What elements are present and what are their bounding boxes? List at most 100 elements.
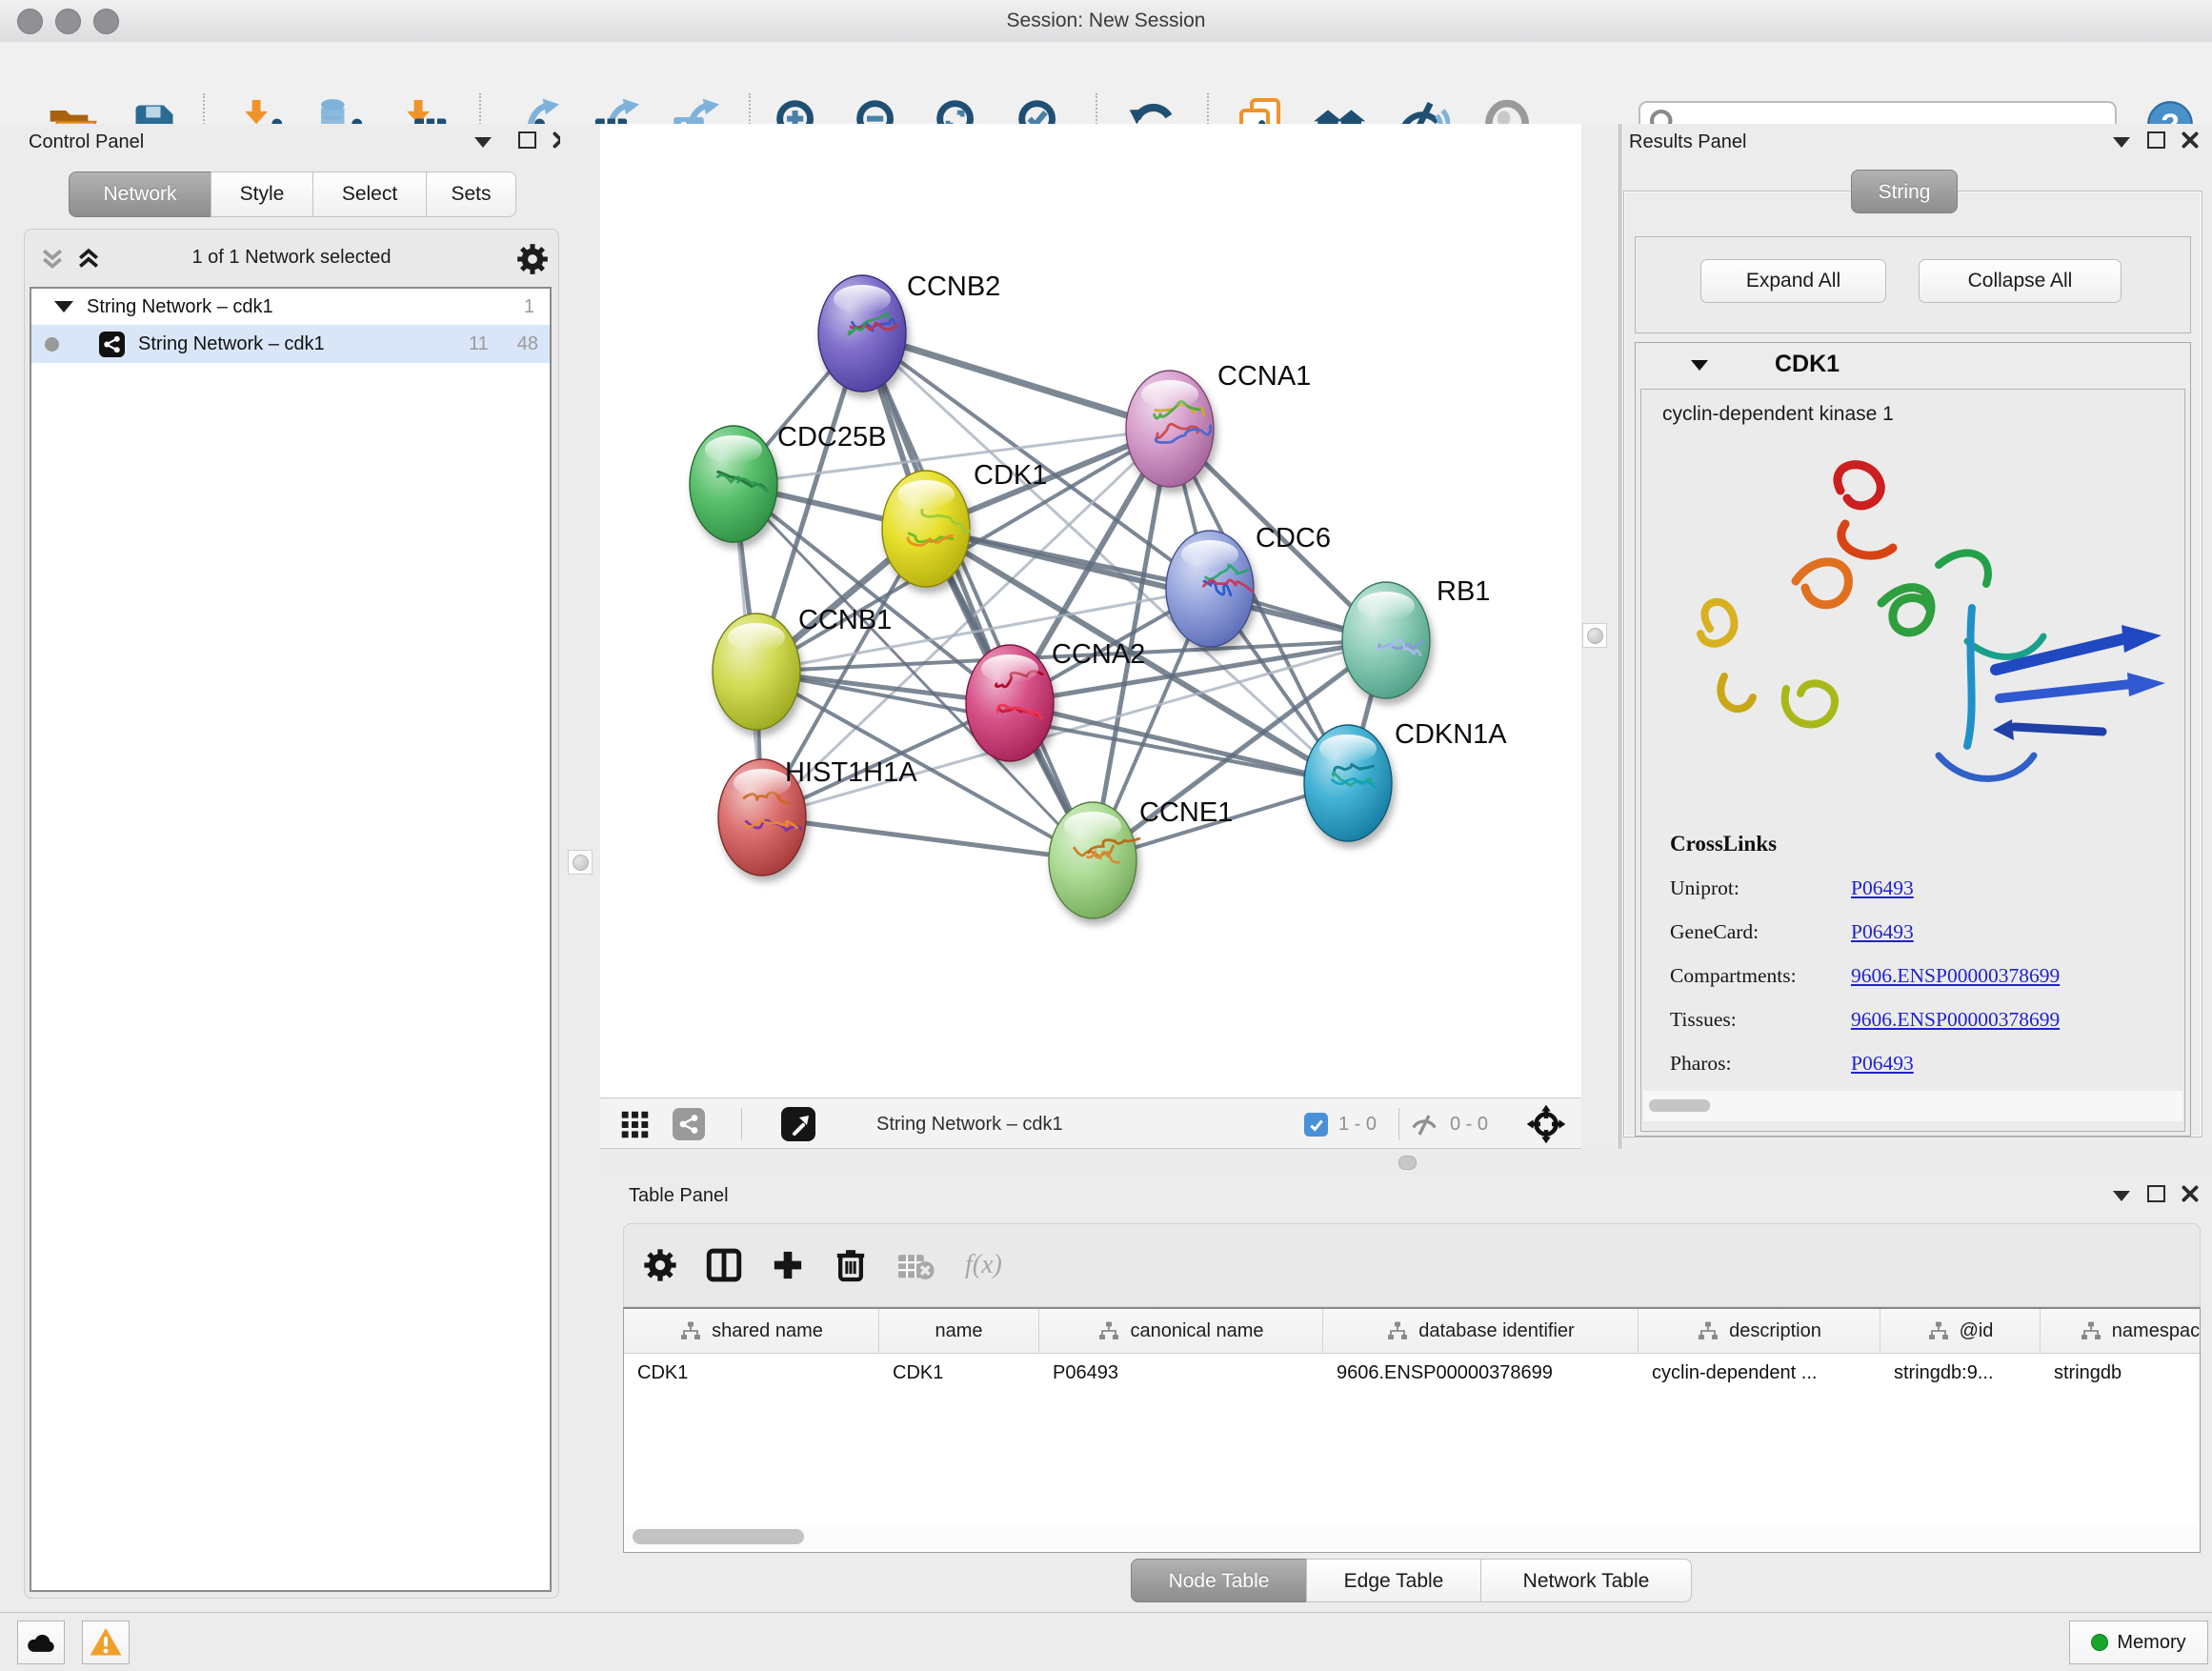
tab-sets[interactable]: Sets [426, 171, 516, 217]
network-edge[interactable] [862, 333, 1170, 429]
column-header-shared-name[interactable]: shared name [624, 1309, 879, 1353]
table-cell[interactable]: 9606.ENSP00000378699 [1323, 1354, 1639, 1392]
add-column-icon[interactable] [769, 1246, 807, 1284]
column-header-name[interactable]: name [879, 1309, 1039, 1353]
network-node-CDKN1A[interactable] [1304, 725, 1392, 841]
function-builder-fx[interactable]: f(x) [965, 1250, 1002, 1280]
network-node-RB1[interactable] [1342, 582, 1430, 698]
tab-network-table[interactable]: Network Table [1480, 1559, 1692, 1602]
table-header-row: shared namename canonical name database id… [624, 1309, 2200, 1354]
table-row[interactable]: CDK1CDK1P064939606.ENSP00000378699cyclin… [624, 1354, 2200, 1392]
tab-edge-table[interactable]: Edge Table [1306, 1559, 1481, 1602]
column-header-label: canonical name [1130, 1320, 1263, 1342]
network-share-icon[interactable] [673, 1108, 705, 1140]
tab-select[interactable]: Select [312, 171, 427, 217]
collapse-all-button[interactable]: Collapse All [1919, 259, 2122, 303]
table-options-gear-icon[interactable] [641, 1246, 679, 1284]
table-scrollbar[interactable] [625, 1524, 2197, 1549]
network-canvas[interactable]: CCNB2CCNA1CDC25BCDK1CDC6RB1CCNB1CCNA2CDK… [600, 124, 1581, 1097]
panel-float-icon[interactable] [2147, 131, 2165, 149]
selected-node-edge-counts: 1 - 0 [1338, 1098, 1377, 1150]
entry-collapse-caret-icon[interactable] [1691, 360, 1708, 371]
network-row-selected[interactable]: String Network – cdk1 11 48 [31, 325, 550, 363]
table-cell[interactable]: cyclin-dependent ... [1639, 1354, 1880, 1392]
table-cell[interactable]: stringdb [2041, 1354, 2201, 1392]
birdseye-view-icon[interactable] [781, 1107, 815, 1141]
network-collection-label: String Network – cdk1 [87, 296, 273, 318]
table-cell[interactable]: CDK1 [624, 1354, 879, 1392]
node-label: CCNA2 [1052, 639, 1145, 670]
panel-menu-caret-icon[interactable] [2113, 137, 2130, 148]
tab-node-table[interactable]: Node Table [1131, 1559, 1307, 1602]
tree-expand-caret-icon[interactable] [54, 301, 73, 312]
network-node-CCNB1[interactable] [713, 614, 800, 730]
network-node-CCNE1[interactable] [1049, 802, 1139, 918]
node-label: HIST1H1A [785, 757, 917, 788]
panel-menu-caret-icon[interactable] [474, 137, 492, 148]
results-panel: Results Panel String Expand All Collapse… [1621, 124, 2212, 1149]
left-splitter[interactable] [560, 124, 600, 1612]
network-node-CDC25B[interactable] [690, 426, 777, 542]
expand-all-button[interactable]: Expand All [1700, 259, 1886, 303]
grid-view-icon[interactable] [619, 1109, 651, 1140]
crosslink-link[interactable]: 9606.ENSP00000378699 [1851, 964, 2060, 988]
cloud-button[interactable] [17, 1621, 65, 1664]
network-list: String Network – cdk1 1 String Network –… [30, 287, 552, 1592]
crosslink-link[interactable]: P06493 [1851, 1052, 1914, 1076]
panel-menu-caret-icon[interactable] [2113, 1191, 2130, 1201]
application-window: Session: New Session [0, 0, 2212, 1671]
column-header-description[interactable]: description [1639, 1309, 1880, 1353]
table-cell[interactable]: CDK1 [879, 1354, 1039, 1392]
node-gloss-highlight [1141, 380, 1198, 409]
column-header-canonical-name[interactable]: canonical name [1039, 1309, 1323, 1353]
scrollbar-thumb[interactable] [633, 1529, 804, 1544]
delete-column-trash-icon[interactable] [832, 1246, 870, 1284]
table-cell[interactable]: stringdb:9... [1880, 1354, 2041, 1392]
right-splitter[interactable] [1581, 124, 1621, 1149]
panel-close-icon[interactable] [2180, 1183, 2201, 1204]
details-scrollbar[interactable] [1643, 1091, 2182, 1121]
warnings-button[interactable] [82, 1621, 130, 1664]
column-header-@id[interactable]: @id [1880, 1309, 2041, 1353]
panel-float-icon[interactable] [518, 131, 536, 149]
node-gloss-highlight [834, 285, 891, 313]
column-type-fork-icon [679, 1319, 702, 1342]
selected-checkbox-icon[interactable] [1304, 1113, 1328, 1137]
fit-selected-crosshair-icon[interactable] [1526, 1104, 1566, 1144]
node-gloss-highlight [1064, 812, 1121, 840]
network-collection-row[interactable]: String Network – cdk1 1 [31, 289, 550, 325]
network-edge[interactable] [762, 817, 1093, 860]
network-node-CDK1[interactable] [882, 471, 970, 587]
delete-table-icon[interactable] [895, 1244, 936, 1286]
network-options-gear-icon[interactable] [514, 241, 551, 277]
node-label: CCNA1 [1217, 361, 1311, 392]
crosslink-link[interactable]: P06493 [1851, 920, 1914, 944]
network-node-CCNA2[interactable] [966, 645, 1054, 761]
scrollbar-thumb[interactable] [1649, 1099, 1710, 1112]
network-node-CCNB2[interactable] [818, 275, 906, 392]
network-node-CCNA1[interactable] [1126, 371, 1214, 487]
table-cell[interactable]: P06493 [1039, 1354, 1323, 1392]
panel-float-icon[interactable] [2147, 1185, 2165, 1202]
show-columns-icon[interactable] [704, 1245, 744, 1285]
column-header-database-identifier[interactable]: database identifier [1323, 1309, 1639, 1353]
node-label: CCNE1 [1139, 797, 1233, 828]
memory-button[interactable]: Memory [2069, 1621, 2208, 1664]
crosslink-link[interactable]: P06493 [1851, 876, 1914, 900]
column-header-namespace[interactable]: namespace [2041, 1309, 2201, 1353]
tab-style[interactable]: Style [211, 171, 313, 217]
splitter-handle[interactable] [1398, 1156, 1417, 1170]
splitter-collapse-button[interactable] [1582, 623, 1607, 648]
splitter-collapse-button[interactable] [568, 850, 593, 875]
tab-string[interactable]: String [1851, 170, 1958, 213]
network-node-CDC6[interactable] [1166, 531, 1254, 647]
separator [741, 1108, 742, 1140]
column-type-fork-icon [1386, 1319, 1409, 1342]
crosslink-link[interactable]: 9606.ENSP00000378699 [1851, 1008, 2060, 1032]
tab-network[interactable]: Network [69, 171, 211, 217]
network-edge[interactable] [1010, 703, 1348, 783]
title-bar: Session: New Session [0, 0, 2212, 43]
hidden-eye-slash-icon[interactable] [1410, 1111, 1438, 1139]
panel-close-icon[interactable] [2180, 130, 2201, 151]
column-type-fork-icon [2080, 1319, 2102, 1342]
